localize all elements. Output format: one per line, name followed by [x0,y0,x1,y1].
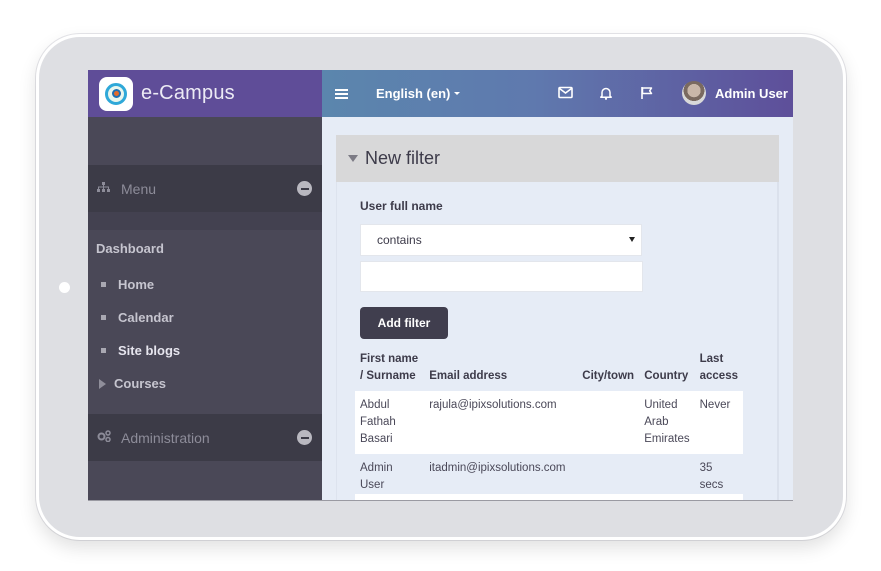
operator-select[interactable]: contains [360,224,642,256]
bullet-icon [101,315,106,320]
sidebar-section-label: Administration [121,429,210,446]
sidebar-nav: Dashboard Home Calendar Site blogs Cours… [88,230,322,400]
collapse-minus-icon[interactable] [297,430,312,445]
column-header-city[interactable]: City/town [577,351,639,391]
collapse-triangle-icon [348,155,358,162]
sidebar-item-site-blogs[interactable]: Site blogs [88,334,322,367]
sidebar-item-label: Calendar [118,310,174,325]
chevron-down-icon [454,92,461,95]
table-row-partial [355,494,743,500]
cell-email: rajula@ipixsolutions.com [424,391,578,454]
language-label: English (en) [376,86,451,101]
top-navbar: English (en) Admin User [322,70,793,117]
filter-value-input[interactable] [360,261,643,292]
sidebar-item-calendar[interactable]: Calendar [88,301,322,334]
home-button[interactable] [59,282,70,293]
sidebar-item-label: Home [118,277,155,292]
sidebar-section-menu[interactable]: Menu [88,165,322,212]
users-table: First name / Surname Email address City/… [355,351,743,500]
cell-country: United Arab Emirates [639,391,695,454]
user-menu-name[interactable]: Admin User [715,86,788,101]
bell-icon[interactable] [599,86,615,100]
mail-icon[interactable] [558,86,574,100]
column-header-name[interactable]: First name / Surname [355,351,424,391]
add-filter-button[interactable]: Add filter [360,307,448,339]
sidebar-item-label: Site blogs [118,343,181,358]
sitemap-icon [97,181,111,196]
caret-right-icon [99,378,106,389]
cell-city [577,391,640,454]
cell-name[interactable]: Abdul Fathah Basari [355,391,425,454]
collapse-minus-icon[interactable] [297,181,312,196]
column-header-email[interactable]: Email address [424,351,577,391]
flag-icon[interactable] [640,86,656,100]
table-header-row: First name / Surname Email address City/… [355,351,743,391]
sidebar-divider [88,212,322,230]
column-header-country[interactable]: Country [639,351,694,391]
operator-select-value: contains [377,233,422,247]
brand-name: e-Campus [141,82,235,104]
bullet-icon [101,348,106,353]
brand-bar[interactable]: e-Campus [88,70,322,117]
sidebar-section-administration[interactable]: Administration [88,414,322,461]
hamburger-icon[interactable] [335,88,348,99]
new-filter-title: New filter [365,148,441,168]
sidebar-item-dashboard[interactable]: Dashboard [88,230,322,268]
sidebar-item-label: Courses [114,376,167,391]
chevron-down-icon [629,237,635,242]
campus-crest-logo-icon [99,76,133,111]
cogs-icon [97,430,111,445]
sidebar: e-Campus Menu Dashboard Home Calendar Si… [88,70,322,500]
new-filter-header[interactable]: New filter [336,135,779,182]
avatar[interactable] [682,81,706,105]
app-screen: e-Campus Menu Dashboard Home Calendar Si… [88,70,793,501]
language-menu[interactable]: English (en) [376,86,461,101]
main-content: New filter User full name contains Add f… [322,117,793,500]
table-row: Abdul Fathah Basari rajula@ipixsolutions… [355,391,743,454]
sidebar-item-courses[interactable]: Courses [88,367,322,400]
cell-last-access: Never [694,391,743,454]
bullet-icon [101,282,106,287]
user-full-name-label: User full name [360,199,443,213]
sidebar-spacer [88,117,322,165]
column-header-last-access[interactable]: Last access [695,351,743,391]
sidebar-section-label: Menu [121,180,157,197]
sidebar-item-home[interactable]: Home [88,268,322,301]
